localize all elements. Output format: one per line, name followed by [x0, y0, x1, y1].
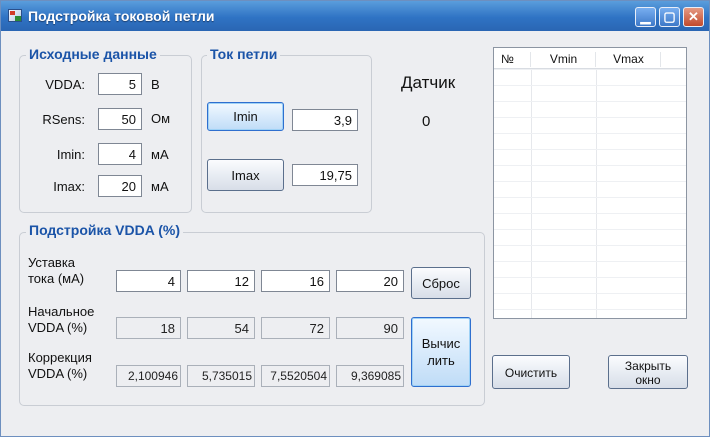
vdda-tuning-title: Подстройка VDDA (%)	[26, 222, 183, 238]
sensor-value: 0	[422, 113, 431, 130]
imin-current-field[interactable]: 3,9	[292, 109, 358, 131]
window-title: Подстройка токовой петли	[28, 8, 215, 24]
vdda-field[interactable]: 5	[98, 73, 142, 95]
close-button[interactable]: ✕	[683, 7, 704, 27]
sensor-label: Датчик	[401, 73, 456, 92]
results-table[interactable]: № Vmin Vmax	[493, 47, 687, 319]
loop-current-title: Ток петли	[207, 46, 281, 62]
imax-field[interactable]: 20	[98, 175, 142, 197]
source-data-title: Исходные данные	[26, 46, 160, 62]
column-header-number[interactable]: №	[497, 52, 531, 67]
imin-label: Imin:	[56, 147, 85, 162]
close-window-line2: окно	[635, 373, 661, 387]
initial-field-2: 54	[187, 317, 255, 339]
title-bar[interactable]: Подстройка токовой петли ▁ ▢ ✕	[1, 1, 709, 31]
correction-field-3: 7,5520504	[261, 365, 330, 387]
setpoint-label-line2: тока (мА)	[28, 271, 85, 286]
minimize-button[interactable]: ▁	[635, 7, 656, 27]
setpoint-field-3[interactable]: 16	[261, 270, 330, 292]
calculate-button-line1: Вычис	[421, 336, 461, 351]
clear-button[interactable]: Очистить	[492, 355, 570, 389]
initial-label-line1: Начальное	[28, 304, 95, 319]
vdda-unit: В	[151, 77, 160, 92]
imin-field[interactable]: 4	[98, 143, 142, 165]
main-window: Подстройка токовой петли ▁ ▢ ✕ Исходные …	[0, 0, 710, 437]
vdda-label: VDDA:	[45, 77, 85, 92]
correction-label: Коррекция VDDA (%)	[28, 350, 92, 382]
correction-field-1: 2,100946	[116, 365, 181, 387]
correction-field-4: 9,369085	[336, 365, 404, 387]
close-window-line1: Закрыть	[624, 359, 672, 373]
setpoint-label: Уставка тока (мА)	[28, 255, 84, 287]
app-icon	[8, 9, 22, 22]
initial-label-line2: VDDA (%)	[28, 320, 88, 335]
correction-field-2: 5,735015	[187, 365, 255, 387]
close-window-button[interactable]: Закрыть окно	[608, 355, 688, 389]
imin-unit: мА	[151, 147, 169, 162]
column-header-vmax[interactable]: Vmax	[597, 52, 661, 67]
imax-current-field[interactable]: 19,75	[292, 164, 358, 186]
rsens-unit: Ом	[151, 111, 171, 126]
setpoint-field-2[interactable]: 12	[187, 270, 255, 292]
imax-button[interactable]: Imax	[207, 159, 284, 191]
calculate-button[interactable]: Вычис лить	[411, 317, 471, 387]
maximize-button[interactable]: ▢	[659, 7, 680, 27]
initial-field-3: 72	[261, 317, 330, 339]
column-header-vmin[interactable]: Vmin	[532, 52, 596, 67]
imax-label: Imax:	[53, 179, 85, 194]
table-header: № Vmin Vmax	[494, 48, 686, 69]
initial-field-4: 90	[336, 317, 404, 339]
initial-label: Начальное VDDA (%)	[28, 304, 94, 336]
correction-label-line2: VDDA (%)	[28, 366, 88, 381]
rsens-field[interactable]: 50	[98, 108, 142, 130]
rsens-label: RSens:	[42, 112, 85, 127]
initial-field-1: 18	[116, 317, 181, 339]
setpoint-field-1[interactable]: 4	[116, 270, 181, 292]
reset-button[interactable]: Сброс	[411, 267, 471, 299]
imin-button[interactable]: Imin	[207, 102, 284, 131]
setpoint-field-4[interactable]: 20	[336, 270, 404, 292]
imax-unit: мА	[151, 179, 169, 194]
setpoint-label-line1: Уставка	[28, 255, 76, 270]
calculate-button-line2: лить	[427, 353, 455, 368]
correction-label-line1: Коррекция	[28, 350, 92, 365]
